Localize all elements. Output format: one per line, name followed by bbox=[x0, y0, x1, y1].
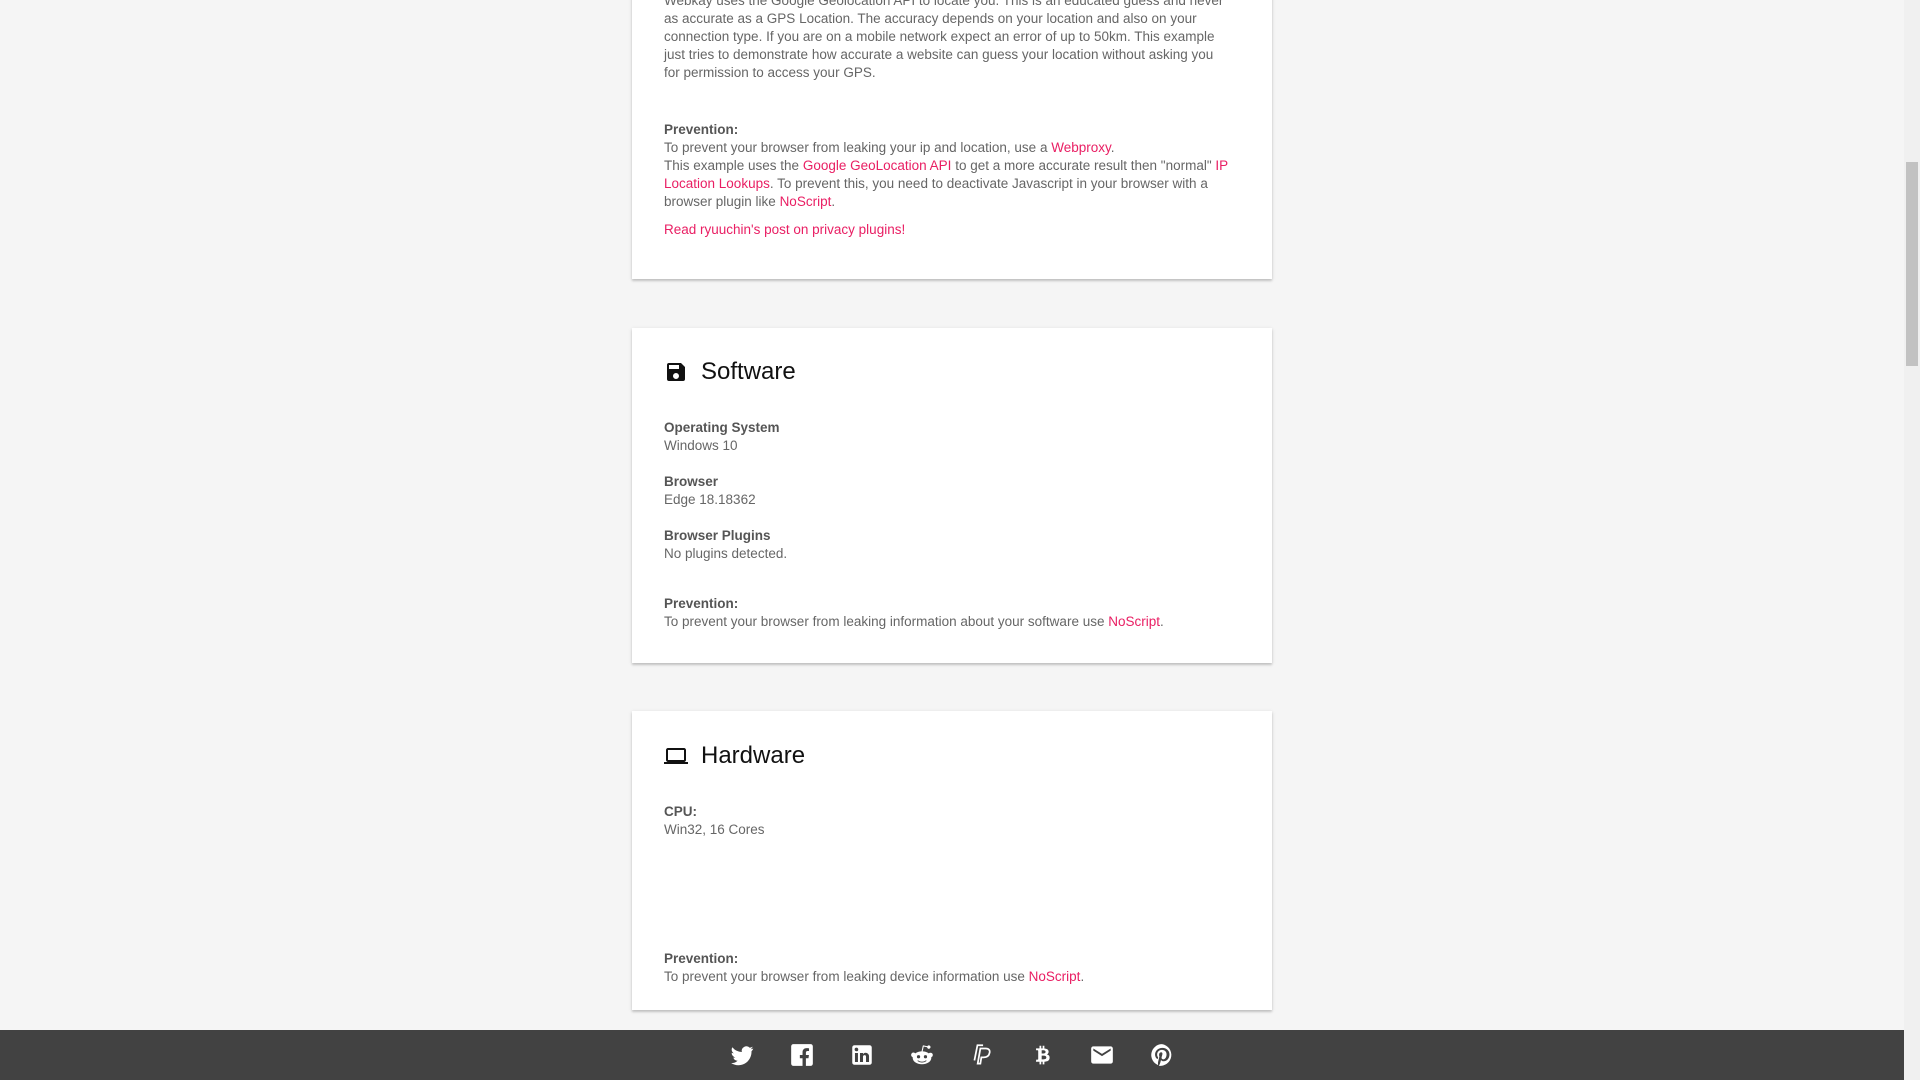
software-card: Software Operating System Windows 10 Bro… bbox=[632, 328, 1272, 663]
bitcoin-icon[interactable] bbox=[1028, 1041, 1056, 1069]
prevention-label: Prevention: bbox=[664, 122, 739, 137]
field-value: No plugins detected. bbox=[664, 546, 788, 561]
prevention-label: Prevention: bbox=[664, 596, 739, 611]
google-geolocation-api-link[interactable]: Google GeoLocation API bbox=[803, 158, 952, 173]
software-prevention: Prevention: To prevent your browser from… bbox=[664, 595, 1239, 631]
software-field-os: Operating System Windows 10 bbox=[664, 419, 780, 455]
period: . bbox=[1080, 969, 1085, 984]
prevention-text: To prevent your browser from leaking inf… bbox=[664, 614, 1109, 629]
period: . bbox=[1159, 614, 1164, 629]
period: . bbox=[1110, 140, 1115, 155]
location-card: Webkay uses the Google Geolocation API t… bbox=[632, 0, 1272, 279]
prevention-line: To prevent your browser from leaking inf… bbox=[664, 613, 1239, 631]
noscript-link[interactable]: NoScript bbox=[1029, 969, 1081, 984]
prevention-text: to get a more accurate result then "norm… bbox=[951, 158, 1216, 173]
email-icon[interactable] bbox=[1088, 1041, 1116, 1069]
location-intro: Webkay uses the Google Geolocation API t… bbox=[664, 0, 1224, 80]
hardware-prevention: Prevention: To prevent your browser from… bbox=[664, 950, 1239, 986]
hardware-title-text: Hardware bbox=[701, 742, 806, 769]
prevention-text: This example uses the bbox=[664, 158, 803, 173]
prevention-text: To prevent your browser from leaking you… bbox=[664, 140, 1052, 155]
field-label: Browser bbox=[664, 474, 719, 489]
linkedin-icon[interactable] bbox=[848, 1041, 876, 1069]
prevention-line: To prevent your browser from leaking dev… bbox=[664, 968, 1239, 986]
field-value: Edge 18.18362 bbox=[664, 492, 756, 507]
noscript-link[interactable]: NoScript bbox=[1108, 614, 1160, 629]
twitter-icon[interactable] bbox=[728, 1041, 756, 1069]
field-label: Browser Plugins bbox=[664, 528, 771, 543]
software-field-browser: Browser Edge 18.18362 bbox=[664, 473, 756, 509]
share-footer bbox=[0, 1030, 1904, 1080]
paypal-icon[interactable] bbox=[968, 1041, 996, 1069]
prevention-text: To prevent your browser from leaking dev… bbox=[664, 969, 1029, 984]
webproxy-link[interactable]: Webproxy bbox=[1051, 140, 1111, 155]
page: Webkay uses the Google Geolocation API t… bbox=[0, 0, 1904, 1080]
scrollbar-thumb[interactable] bbox=[1906, 162, 1918, 366]
software-title: Software bbox=[664, 357, 796, 387]
floppy-disk-icon bbox=[664, 360, 688, 384]
hardware-card: Hardware CPU: Win32, 16 Cores Prevention… bbox=[632, 711, 1272, 1010]
pinterest-icon[interactable] bbox=[1148, 1041, 1176, 1069]
prevention-line-webproxy: To prevent your browser from leaking you… bbox=[664, 139, 1239, 157]
software-field-plugins: Browser Plugins No plugins detected. bbox=[664, 527, 787, 563]
privacy-plugins-post-link[interactable]: Read ryuuchin's post on privacy plugins! bbox=[664, 221, 905, 239]
prevention-line-geolocation: This example uses the Google GeoLocation… bbox=[664, 157, 1239, 211]
hardware-title: Hardware bbox=[664, 741, 805, 771]
noscript-link[interactable]: NoScript bbox=[780, 194, 832, 209]
location-prevention: Prevention: To prevent your browser from… bbox=[664, 121, 1239, 211]
laptop-icon bbox=[664, 744, 688, 768]
vertical-scrollbar[interactable] bbox=[1904, 0, 1920, 1080]
prevention-label: Prevention: bbox=[664, 951, 739, 966]
field-value: Win32, 16 Cores bbox=[664, 822, 765, 837]
facebook-icon[interactable] bbox=[788, 1041, 816, 1069]
hardware-field-cpu: CPU: Win32, 16 Cores bbox=[664, 803, 765, 839]
reddit-icon[interactable] bbox=[908, 1041, 936, 1069]
field-value: Windows 10 bbox=[664, 438, 738, 453]
software-title-text: Software bbox=[701, 358, 796, 385]
field-label: CPU: bbox=[664, 804, 697, 819]
field-label: Operating System bbox=[664, 420, 780, 435]
period: . bbox=[831, 194, 836, 209]
